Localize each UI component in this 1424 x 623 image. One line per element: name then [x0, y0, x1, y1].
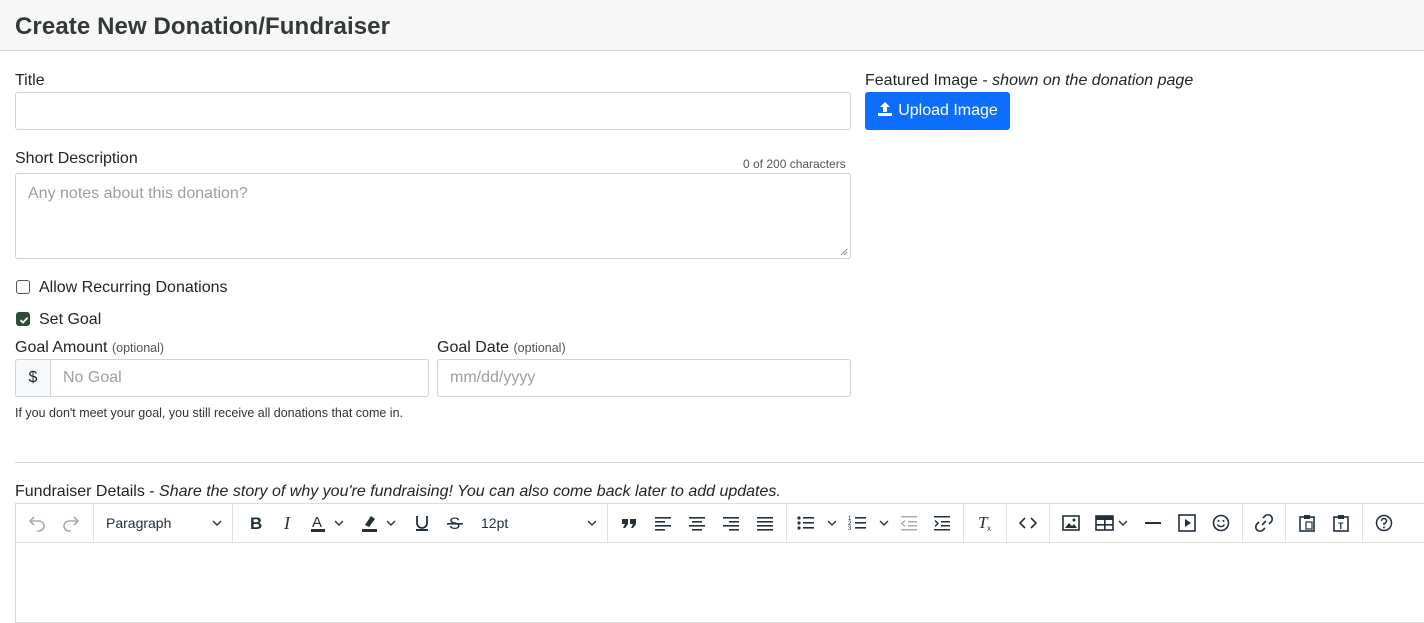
goal-help-text: If you don't meet your goal, you still r…	[15, 406, 404, 420]
outdent-icon[interactable]	[894, 504, 924, 542]
emoticon-icon[interactable]	[1206, 504, 1236, 542]
svg-text:T: T	[1338, 521, 1344, 531]
fundraiser-details-label: Fundraiser Details - Share the story of …	[15, 483, 781, 500]
link-icon[interactable]	[1249, 504, 1279, 542]
featured-image-hint: shown on the donation page	[992, 72, 1194, 89]
goal-amount-input[interactable]: No Goal	[50, 359, 429, 397]
goal-date-input[interactable]: mm/dd/yyyy	[437, 359, 851, 397]
align-right-icon[interactable]	[716, 504, 746, 542]
media-icon[interactable]	[1172, 504, 1202, 542]
featured-image-label: Featured Image - shown on the donation p…	[865, 72, 1194, 89]
bullet-list-icon[interactable]	[792, 504, 840, 542]
upload-icon	[877, 101, 893, 122]
paste-icon[interactable]	[1292, 504, 1322, 542]
chevron-down-icon	[587, 520, 597, 526]
page-title: Create New Donation/Fundraiser	[15, 13, 391, 40]
italic-icon[interactable]: I	[273, 504, 303, 542]
font-size-select[interactable]: 12pt	[481, 504, 601, 542]
font-size-value: 12pt	[481, 515, 509, 531]
redo-icon[interactable]	[56, 504, 86, 542]
goal-date-label: Goal Date (optional)	[437, 339, 566, 356]
block-format-select[interactable]: Paragraph	[106, 504, 226, 542]
short-description-placeholder: Any notes about this donation?	[28, 185, 248, 202]
paste-text-icon[interactable]: T	[1326, 504, 1356, 542]
svg-text:I: I	[283, 513, 291, 533]
image-icon[interactable]	[1056, 504, 1086, 542]
goal-amount-label: Goal Amount (optional)	[15, 339, 165, 356]
recurring-donations-label[interactable]: Allow Recurring Donations	[39, 279, 228, 297]
clear-format-icon[interactable]: Tx	[970, 504, 1000, 542]
set-goal-checkbox[interactable]	[16, 312, 30, 326]
highlight-icon[interactable]	[356, 504, 400, 542]
blockquote-icon[interactable]	[614, 504, 644, 542]
rich-text-editor: Paragraph B I A S 12pt 1 2 3 T x T	[15, 503, 1424, 623]
bold-icon[interactable]: B	[240, 504, 270, 542]
numbered-list-icon[interactable]: 123	[844, 504, 892, 542]
title-input[interactable]	[15, 92, 851, 130]
code-icon[interactable]	[1013, 504, 1043, 542]
underline-icon[interactable]	[407, 504, 437, 542]
align-center-icon[interactable]	[682, 504, 712, 542]
goal-amount-placeholder: No Goal	[63, 369, 122, 386]
svg-text:3: 3	[848, 526, 852, 532]
check-icon	[19, 316, 29, 324]
block-format-value: Paragraph	[106, 515, 172, 531]
align-left-icon[interactable]	[648, 504, 678, 542]
align-justify-icon[interactable]	[750, 504, 780, 542]
character-counter: 0 of 200 characters	[743, 157, 846, 171]
chevron-down-icon	[212, 520, 222, 526]
upload-image-label: Upload Image	[898, 102, 998, 119]
editor-toolbar: Paragraph B I A S 12pt 1 2 3 T x T	[16, 504, 1424, 543]
section-divider	[15, 462, 1424, 463]
svg-text:x: x	[987, 524, 991, 533]
indent-icon[interactable]	[927, 504, 957, 542]
goal-date-placeholder: mm/dd/yyyy	[450, 369, 536, 386]
undo-icon[interactable]	[22, 504, 52, 542]
set-goal-label[interactable]: Set Goal	[39, 311, 101, 329]
svg-text:B: B	[250, 514, 262, 533]
currency-addon: $	[15, 359, 50, 397]
fundraiser-details-hint: Share the story of why you're fundraisin…	[159, 483, 781, 500]
resize-handle-icon[interactable]	[840, 248, 848, 256]
svg-text:A: A	[312, 514, 322, 531]
short-description-label: Short Description	[15, 150, 138, 167]
short-description-textarea[interactable]: Any notes about this donation?	[15, 173, 851, 259]
help-icon[interactable]	[1369, 504, 1399, 542]
text-color-icon[interactable]: A	[306, 504, 348, 542]
editor-content-area[interactable]	[16, 543, 1424, 623]
title-label: Title	[15, 72, 45, 89]
strikethrough-icon[interactable]: S	[440, 504, 470, 542]
upload-image-button[interactable]: Upload Image	[865, 92, 1010, 130]
table-icon[interactable]	[1091, 504, 1135, 542]
page-header: Create New Donation/Fundraiser	[0, 0, 1424, 51]
horizontal-rule-icon[interactable]	[1138, 504, 1168, 542]
recurring-donations-checkbox[interactable]	[16, 280, 30, 294]
